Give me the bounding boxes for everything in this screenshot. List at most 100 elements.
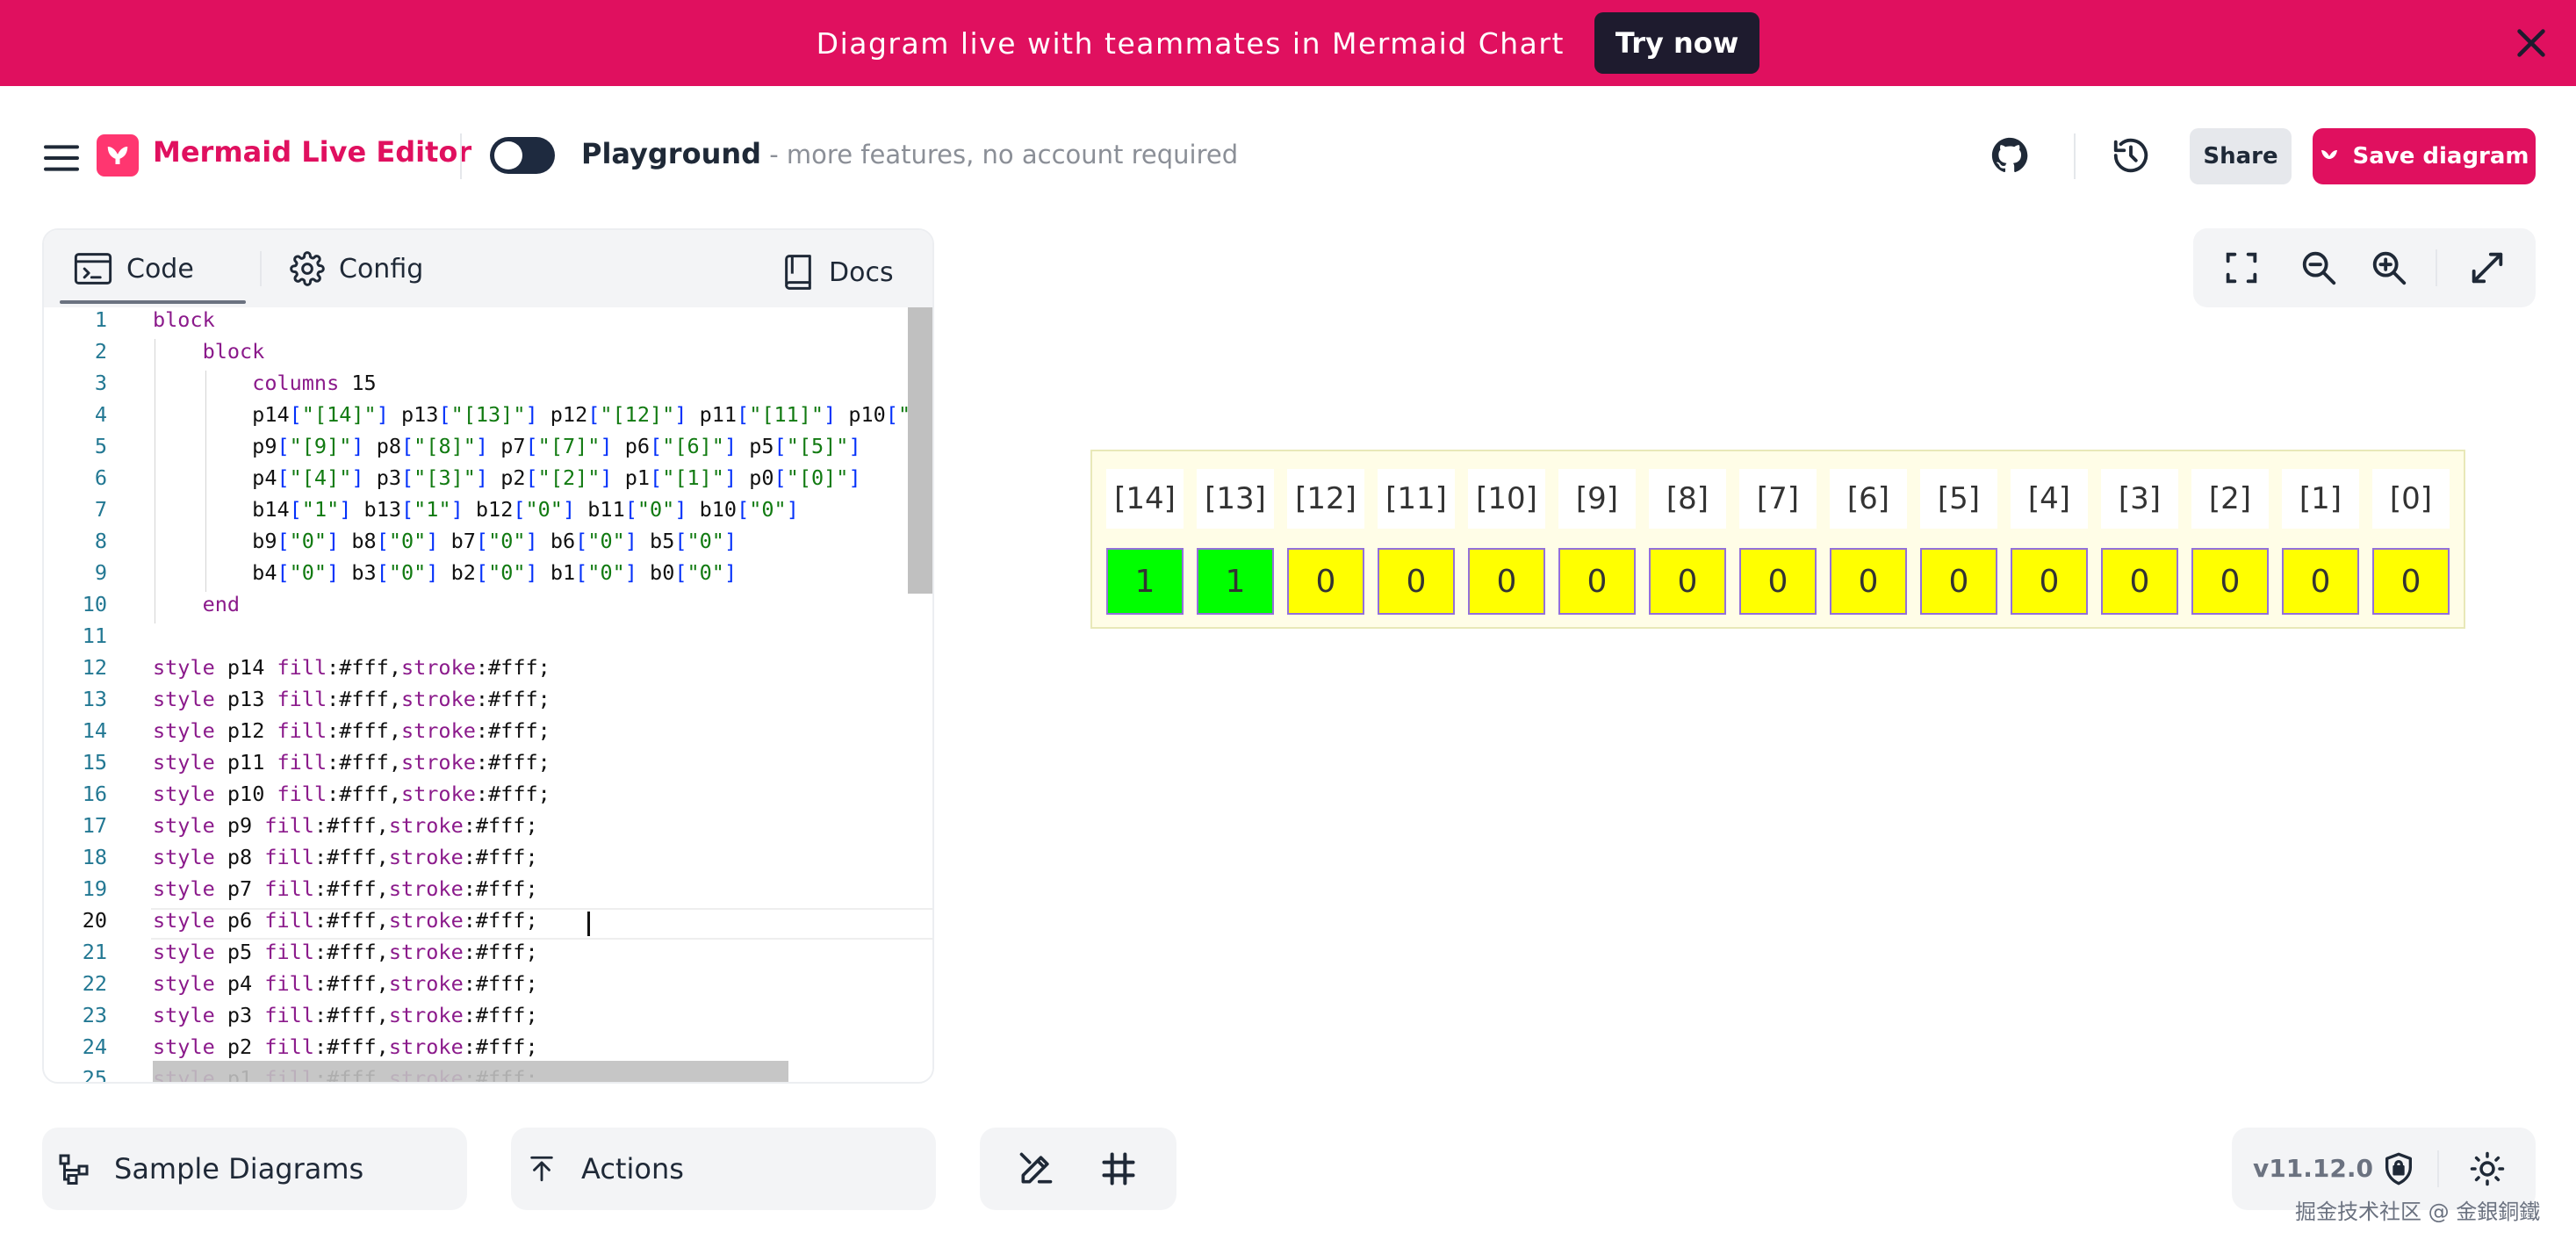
sun-theme-icon[interactable] <box>2469 1150 2506 1187</box>
bit-cell: 1 <box>1197 548 1274 615</box>
tab-config[interactable]: Config <box>290 248 423 290</box>
docs-link[interactable]: Docs <box>781 251 894 293</box>
close-icon[interactable] <box>2511 23 2551 63</box>
code-text: style p8 fill:#fff,stroke:#fff; <box>153 845 538 869</box>
code-line[interactable]: 23 style p3 fill:#fff,stroke:#fff; <box>44 1003 932 1034</box>
bit-index-label: [7] <box>1739 469 1817 529</box>
grid-icon[interactable] <box>1099 1150 1138 1188</box>
code-line[interactable]: 9 b4["0"] b3["0"] b2["0"] b1["0"] b0["0"… <box>44 560 932 592</box>
code-line[interactable]: 17 style p9 fill:#fff,stroke:#fff; <box>44 813 932 845</box>
line-number: 21 <box>82 940 107 964</box>
code-icon <box>74 253 112 285</box>
share-button[interactable]: Share <box>2190 128 2292 184</box>
app-root: Diagram live with teammates in Mermaid C… <box>0 0 2576 1254</box>
bit-cell: 0 <box>1558 548 1636 615</box>
code-line[interactable]: 6 p4["[4]"] p3["[3]"] p2["[2]"] p1["[1]"… <box>44 465 932 497</box>
tab-code-label: Code <box>126 253 194 285</box>
code-text: style p10 fill:#fff,stroke:#fff; <box>153 782 550 806</box>
code-text: style p4 fill:#fff,stroke:#fff; <box>153 971 538 996</box>
line-number: 8 <box>94 529 107 553</box>
tab-code[interactable]: Code <box>74 248 194 290</box>
bit-index-label: [9] <box>1558 469 1636 529</box>
try-now-button[interactable]: Try now <box>1594 12 1760 74</box>
playground-subtitle: - more features, no account required <box>761 140 1239 169</box>
code-line[interactable]: 13 style p13 fill:#fff,stroke:#fff; <box>44 687 932 718</box>
version-divider <box>2437 1150 2439 1187</box>
bit-cell: 0 <box>1378 548 1455 615</box>
bit-cell: 0 <box>1739 548 1817 615</box>
bit-index-label: [2] <box>2191 469 2269 529</box>
playground-toggle[interactable] <box>490 137 555 174</box>
code-line[interactable]: 20 style p6 fill:#fff,stroke:#fff; <box>44 908 932 940</box>
sample-diagrams-button[interactable]: Sample Diagrams <box>42 1128 467 1210</box>
line-number: 22 <box>82 971 107 996</box>
zoom-in-icon[interactable] <box>2369 248 2409 288</box>
code-line[interactable]: 8 b9["0"] b8["0"] b7["0"] b6["0"] b5["0"… <box>44 529 932 560</box>
bit-index-label: [4] <box>2011 469 2088 529</box>
line-number: 1 <box>94 307 107 332</box>
app-title[interactable]: Mermaid Live Editor <box>153 135 471 169</box>
code-line[interactable]: 1 block <box>44 307 932 339</box>
line-number: 2 <box>94 339 107 364</box>
bit-index-label: [10] <box>1468 469 1545 529</box>
code-line[interactable]: 12 style p14 fill:#fff,stroke:#fff; <box>44 655 932 687</box>
code-text: block <box>153 307 215 332</box>
code-line[interactable]: 5 p9["[9]"] p8["[8]"] p7["[7]"] p6["[6]"… <box>44 434 932 465</box>
bit-cell: 0 <box>2011 548 2088 615</box>
watermark: 掘金技术社区 @ 金銀銅鐵 <box>2295 1200 2541 1224</box>
code-line[interactable]: 3 columns 15 <box>44 371 932 402</box>
playground-label: Playground - more features, no account r… <box>581 137 1238 170</box>
bit-cell: 0 <box>2191 548 2269 615</box>
zoom-out-icon[interactable] <box>2299 248 2339 288</box>
bit-index-label: [8] <box>1649 469 1726 529</box>
view-toolbar <box>2193 228 2536 307</box>
code-text: b14["1"] b13["1"] b12["0"] b11["0"] b10[… <box>153 497 799 522</box>
diagram-icon <box>59 1154 89 1185</box>
bit-index-label: [6] <box>1830 469 1907 529</box>
code-line[interactable]: 16 style p10 fill:#fff,stroke:#fff; <box>44 782 932 813</box>
horizontal-scrollbar[interactable] <box>153 1061 788 1082</box>
editor-tabs: Code Config Docs <box>44 230 932 307</box>
actions-button[interactable]: Actions <box>511 1128 936 1210</box>
code-line[interactable]: 4 p14["[14]"] p13["[13]"] p12["[12]"] p1… <box>44 402 932 434</box>
code-line[interactable]: 19 style p7 fill:#fff,stroke:#fff; <box>44 876 932 908</box>
bit-index-label: [11] <box>1378 469 1455 529</box>
shield-lock-icon[interactable] <box>2381 1150 2416 1187</box>
github-icon[interactable] <box>1990 135 2030 176</box>
diagram-canvas[interactable]: [14] [13] [12] [11] [10] [9] [8] [7] [6] [5] [4] [3… <box>1090 450 2465 629</box>
canvas-tools <box>980 1128 1176 1210</box>
code-line[interactable]: 22 style p4 fill:#fff,stroke:#fff; <box>44 971 932 1003</box>
code-editor[interactable]: 25style p1 fill:#fff,stroke:#fff;24style… <box>44 307 932 1082</box>
code-line[interactable]: 15 style p11 fill:#fff,stroke:#fff; <box>44 750 932 782</box>
line-number: 11 <box>82 623 107 648</box>
save-diagram-button[interactable]: Save diagram <box>2313 128 2536 184</box>
code-text: columns 15 <box>252 371 377 395</box>
top-toolbar: Mermaid Live Editor Playground - more fe… <box>0 86 2576 227</box>
expand-icon[interactable] <box>2467 248 2508 288</box>
code-text: style p5 fill:#fff,stroke:#fff; <box>153 940 538 964</box>
hamburger-menu-icon[interactable] <box>42 142 81 174</box>
code-line[interactable]: 10 end <box>44 592 932 623</box>
code-line[interactable]: 2 block <box>44 339 932 371</box>
code-text: b4["0"] b3["0"] b2["0"] b1["0"] b0["0"] <box>153 560 738 585</box>
line-number: 9 <box>94 560 107 585</box>
view-toolbar-divider <box>2436 249 2437 286</box>
code-text: style p11 fill:#fff,stroke:#fff; <box>153 750 550 775</box>
vertical-scrollbar[interactable] <box>908 307 932 594</box>
toggle-knob <box>494 141 522 169</box>
playground-title: Playground <box>581 137 762 170</box>
code-line[interactable]: 7 b14["1"] b13["1"] b12["0"] b11["0"] b1… <box>44 497 932 529</box>
fit-screen-icon[interactable] <box>2221 248 2262 288</box>
code-text: style p14 fill:#fff,stroke:#fff; <box>153 655 550 680</box>
line-number: 20 <box>82 908 107 933</box>
history-icon[interactable] <box>2111 135 2151 176</box>
line-number: 16 <box>82 782 107 806</box>
edit-pen-icon[interactable] <box>1017 1150 1055 1188</box>
code-line[interactable]: 11 <box>44 623 932 655</box>
actions-label: Actions <box>581 1152 684 1186</box>
code-line[interactable]: 18 style p8 fill:#fff,stroke:#fff; <box>44 845 932 876</box>
code-line[interactable]: 21 style p5 fill:#fff,stroke:#fff; <box>44 940 932 971</box>
line-number: 7 <box>94 497 107 522</box>
code-line[interactable]: 14 style p12 fill:#fff,stroke:#fff; <box>44 718 932 750</box>
code-text: block <box>202 339 265 364</box>
